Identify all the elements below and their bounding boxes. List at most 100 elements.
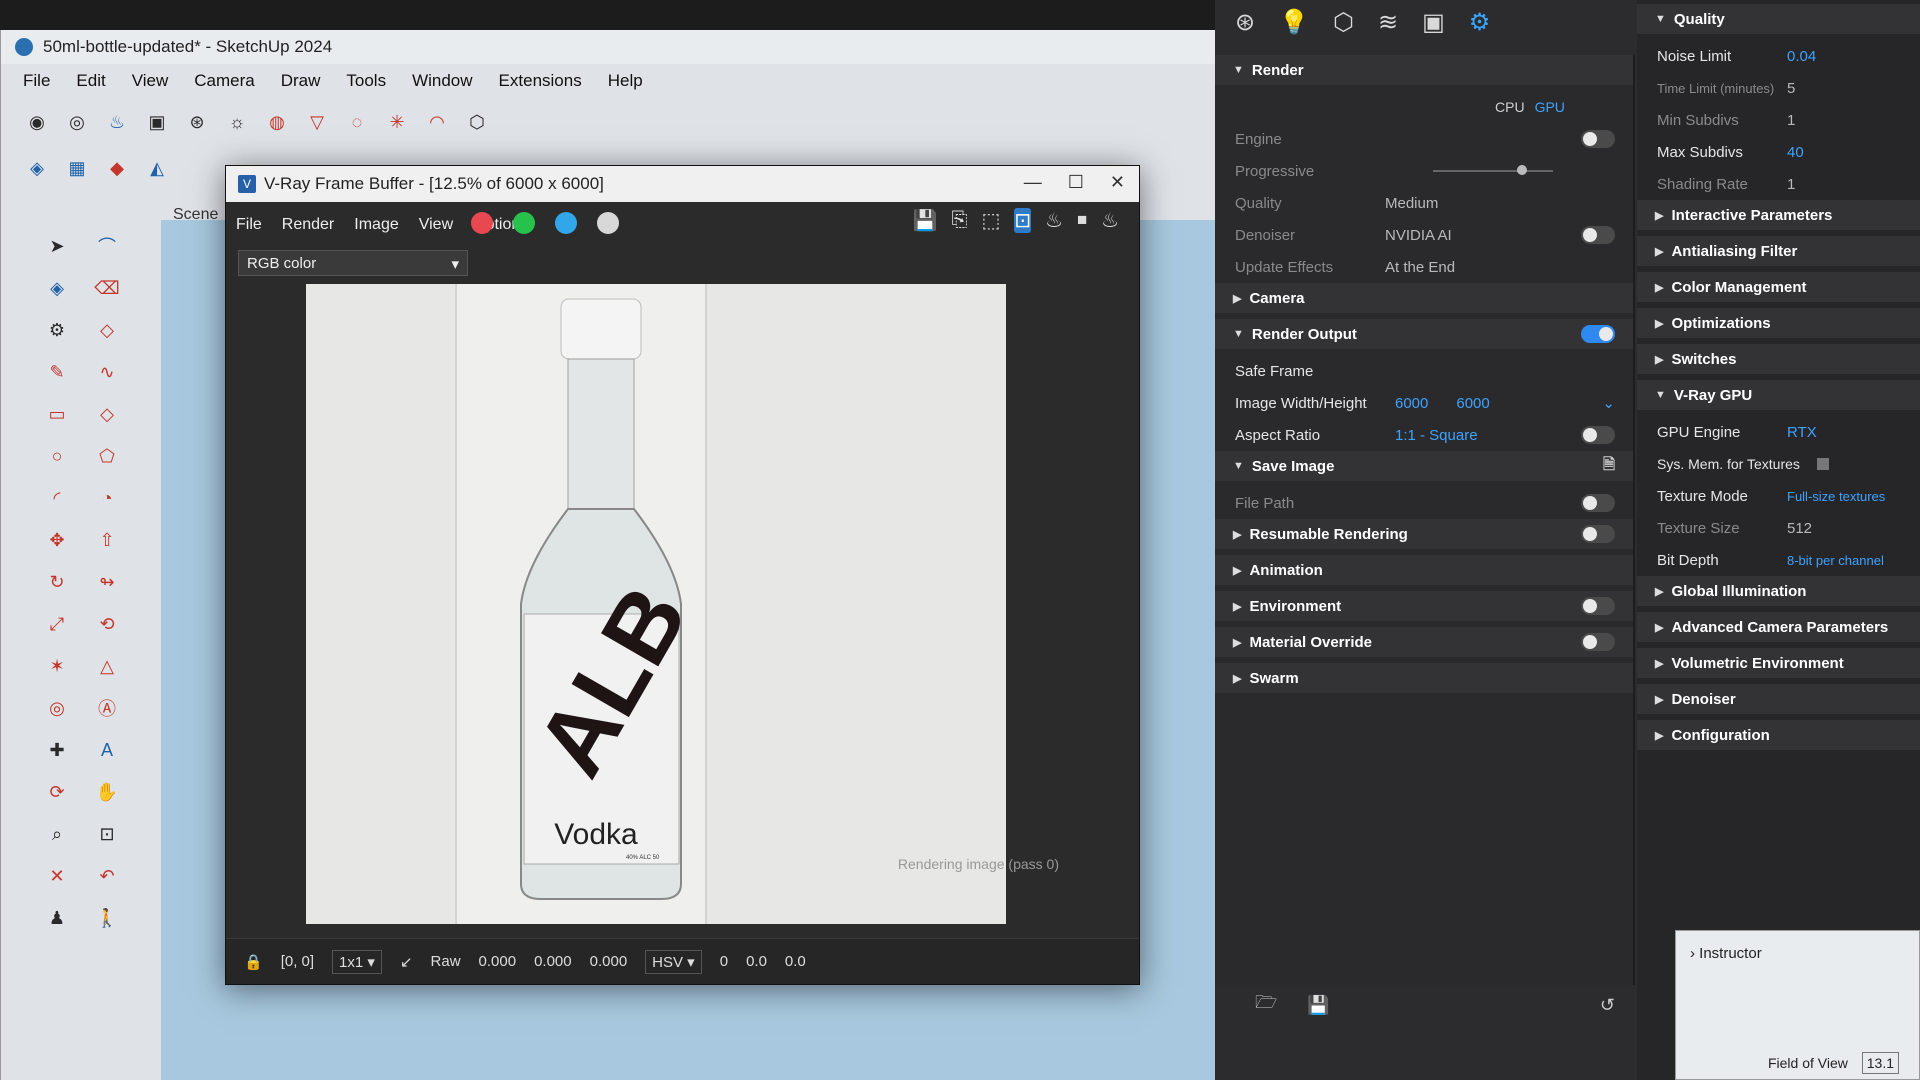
menu-draw[interactable]: Draw	[281, 71, 321, 91]
green-channel-button[interactable]	[513, 212, 535, 234]
pencil-icon[interactable]: ✎	[41, 356, 73, 388]
menu-edit[interactable]: Edit	[76, 71, 105, 91]
close-icon[interactable]: ✕	[1110, 172, 1125, 193]
render-section[interactable]: ▼ Render	[1215, 55, 1633, 85]
lights-tab-icon[interactable]: 💡	[1279, 8, 1309, 37]
gpu-option[interactable]: GPU	[1535, 99, 1565, 115]
interactive-render-icon[interactable]: ♨	[1045, 208, 1063, 233]
scale-icon[interactable]: ⤢	[41, 608, 73, 640]
optimizations-section[interactable]: ▶ Optimizations	[1637, 308, 1920, 338]
settings-icon[interactable]: ⚙	[1469, 8, 1491, 37]
animation-section[interactable]: ▶ Animation	[1215, 555, 1633, 585]
dimension-icon[interactable]: ◎	[41, 692, 73, 724]
materials-icon[interactable]: ⊛	[1235, 8, 1255, 37]
picker-icon[interactable]: ↙	[400, 953, 413, 971]
switches-section[interactable]: ▶ Switches	[1637, 344, 1920, 374]
denoiser-section[interactable]: ▶ Denoiser	[1637, 684, 1920, 714]
text-icon[interactable]: Ⓐ	[91, 692, 123, 724]
stop-render-icon[interactable]: ⏹	[1077, 209, 1087, 232]
region-render-icon[interactable]: ⬚	[981, 208, 1000, 233]
eraser-icon[interactable]: ⌫	[91, 272, 123, 304]
lock-icon[interactable]: 🔒	[244, 953, 263, 971]
omni-light-icon[interactable]: ✳	[381, 106, 413, 138]
zoom-extents-icon[interactable]: ✕	[41, 860, 73, 892]
menu-window[interactable]: Window	[412, 71, 472, 91]
textures-icon[interactable]: ▣	[1422, 8, 1445, 37]
walk-icon[interactable]: 🚶	[91, 902, 123, 934]
channel-select[interactable]: RGB color ▾	[238, 250, 468, 276]
teapot-icon[interactable]: ♨	[101, 106, 133, 138]
blue-channel-button[interactable]	[555, 212, 577, 234]
ies-light-icon[interactable]: ◌	[341, 106, 373, 138]
camera-section[interactable]: ▶ Camera	[1215, 283, 1633, 313]
previous-view-icon[interactable]: ↶	[91, 860, 123, 892]
material-override-section[interactable]: ▶ Material Override	[1215, 627, 1633, 657]
volumetric-environment-section[interactable]: ▶ Volumetric Environment	[1637, 648, 1920, 678]
resumable-toggle[interactable]	[1581, 525, 1615, 543]
zoom-window-icon[interactable]: ⊡	[91, 818, 123, 850]
pie-icon[interactable]: ◔	[91, 482, 123, 514]
rotated-rectangle-icon[interactable]: ◇	[91, 398, 123, 430]
denoiser-toggle[interactable]	[1581, 226, 1615, 244]
freehand-icon[interactable]: ∿	[91, 356, 123, 388]
vfb-menu-image[interactable]: Image	[354, 216, 398, 234]
link-chevron-icon[interactable]: ⌄	[1602, 394, 1615, 412]
paint-bucket-icon[interactable]: ◈	[21, 152, 53, 184]
grid-icon[interactable]: ▦	[61, 152, 93, 184]
update-effects-value[interactable]: At the End	[1385, 259, 1455, 276]
orbit-icon[interactable]: ⟳	[41, 776, 73, 808]
lights-icon[interactable]: ☼	[221, 106, 253, 138]
frame-buffer-icon[interactable]: ▣	[141, 106, 173, 138]
swarm-section[interactable]: ▶ Swarm	[1215, 663, 1633, 693]
vfb-menu-file[interactable]: File	[236, 216, 262, 234]
zoom-icon[interactable]: ⌕	[41, 818, 73, 850]
menu-tools[interactable]: Tools	[346, 71, 386, 91]
axes-icon[interactable]: ✚	[41, 734, 73, 766]
maximize-icon[interactable]: ☐	[1068, 172, 1084, 193]
reset-icon[interactable]: ↺	[1600, 995, 1615, 1016]
resumable-rendering-section[interactable]: ▶ Resumable Rendering	[1215, 519, 1633, 549]
pan-icon[interactable]: ✋	[91, 776, 123, 808]
bit-depth-value[interactable]: 8-bit per channel	[1787, 553, 1884, 568]
position-camera-icon[interactable]: ♟	[41, 902, 73, 934]
noise-limit-value[interactable]: 0.04	[1787, 48, 1816, 65]
advanced-camera-section[interactable]: ▶ Advanced Camera Parameters	[1637, 612, 1920, 642]
vray-render-icon[interactable]: ◉	[21, 106, 53, 138]
render-canvas[interactable]: ALB Vodka 40% ALC 50	[306, 284, 1006, 924]
circle-icon[interactable]: ○	[41, 440, 73, 472]
tape-icon[interactable]: ✶	[41, 650, 73, 682]
geometry-icon[interactable]: ⬡	[1333, 8, 1354, 37]
rectangle-icon[interactable]: ▭	[41, 398, 73, 430]
configuration-section[interactable]: ▶ Configuration	[1637, 720, 1920, 750]
vfb-menu-view[interactable]: View	[419, 216, 453, 234]
start-render-icon[interactable]: ♨	[1101, 208, 1119, 233]
material-override-toggle[interactable]	[1581, 633, 1615, 651]
red-channel-button[interactable]	[471, 212, 493, 234]
sysmem-checkbox[interactable]	[1817, 458, 1829, 470]
texture-mode-value[interactable]: Full-size textures	[1787, 489, 1885, 504]
global-illumination-section[interactable]: ▶ Global Illumination	[1637, 576, 1920, 606]
polygon-icon[interactable]: ⬠	[91, 440, 123, 472]
render-output-toggle[interactable]	[1581, 325, 1615, 343]
open-folder-icon[interactable]: 🗁	[1255, 990, 1277, 1020]
track-mouse-icon[interactable]: ⊡	[1014, 208, 1032, 233]
color-mode-select[interactable]: HSV ▾	[645, 949, 702, 974]
menu-view[interactable]: View	[132, 71, 169, 91]
save-image-section[interactable]: ▼ Save Image 🗎	[1215, 451, 1633, 481]
save-image-icon[interactable]: 💾	[913, 208, 938, 233]
vfb-menu-render[interactable]: Render	[282, 216, 334, 234]
aspect-lock-toggle[interactable]	[1581, 426, 1615, 444]
section-plane-icon[interactable]: ◆	[101, 152, 133, 184]
shading-rate-value[interactable]: 1	[1787, 176, 1795, 193]
gpu-engine-value[interactable]: RTX	[1787, 424, 1817, 441]
max-subdivs-value[interactable]: 40	[1787, 144, 1804, 161]
rotate-icon[interactable]: ↻	[41, 566, 73, 598]
menu-camera[interactable]: Camera	[194, 71, 254, 91]
dome-light-icon[interactable]: ◠	[421, 106, 453, 138]
save-settings-icon[interactable]: 💾	[1307, 995, 1329, 1016]
asset-editor-icon[interactable]: ⊛	[181, 106, 213, 138]
save-all-icon[interactable]: ⎘	[951, 209, 967, 232]
spot-light-icon[interactable]: ▽	[301, 106, 333, 138]
texture-size-value[interactable]: 512	[1787, 520, 1812, 537]
engine-toggle[interactable]	[1581, 130, 1615, 148]
